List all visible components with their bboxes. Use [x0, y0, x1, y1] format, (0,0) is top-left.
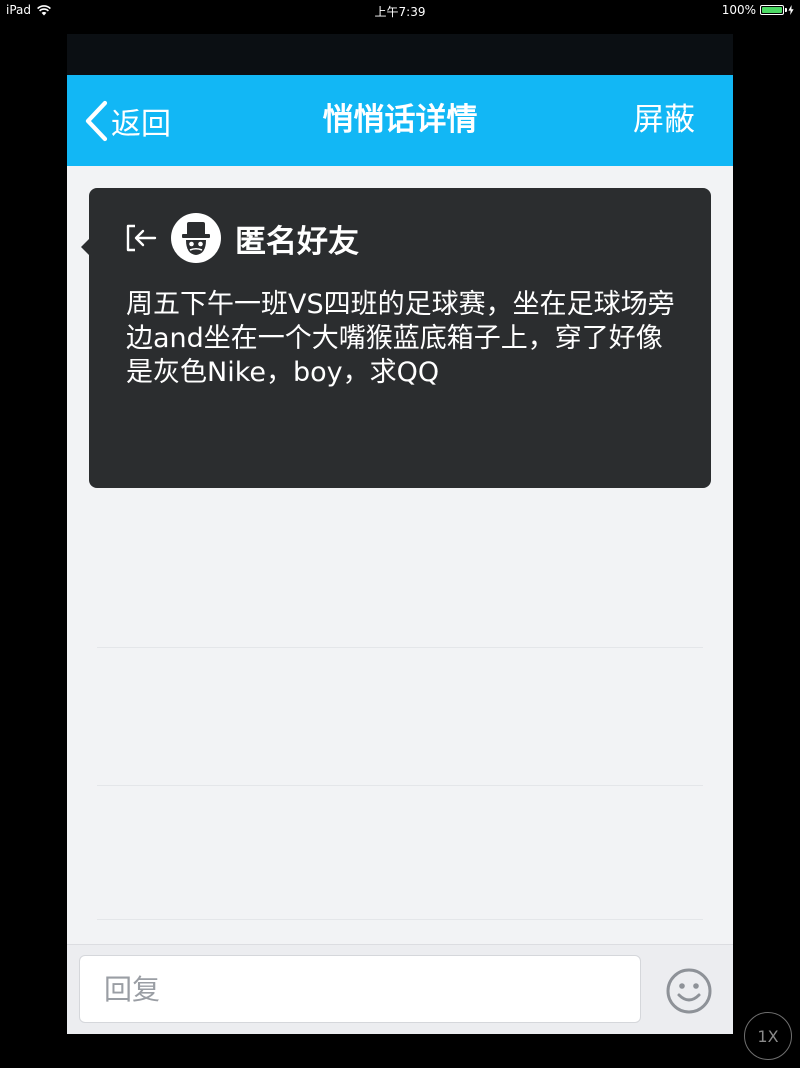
divider — [97, 919, 703, 920]
sender-name: 匿名好友 — [235, 223, 359, 260]
whisper-message: 周五下午一班VS四班的足球赛，坐在足球场旁边and坐在一个大嘴猴蓝底箱子上，穿了… — [126, 289, 675, 388]
card-pointer — [81, 238, 90, 256]
smiley-icon[interactable] — [665, 967, 713, 1015]
divider — [97, 785, 703, 786]
reply-input[interactable] — [79, 955, 641, 1023]
battery-level — [762, 7, 782, 13]
zoom-1x-button[interactable]: 1X — [744, 1012, 792, 1060]
block-button[interactable]: 屏蔽 — [633, 75, 695, 166]
app-status-strip — [67, 34, 733, 75]
navigation-bar: 返回 悄悄话详情 屏蔽 — [67, 75, 733, 166]
status-right: 100% — [722, 3, 794, 17]
battery-percent: 100% — [721, 3, 756, 17]
app-screen: 返回 悄悄话详情 屏蔽 匿名好友 周五下午一班VS四班的足球赛，坐在足球场旁边a… — [67, 34, 733, 1034]
device-status-bar: iPad 上午7:39 100% — [0, 0, 800, 22]
anonymous-avatar-icon — [171, 213, 221, 263]
whisper-card: 匿名好友 周五下午一班VS四班的足球赛，坐在足球场旁边and坐在一个大嘴猴蓝底箱… — [81, 188, 711, 488]
charging-icon — [788, 5, 794, 15]
content-area: 匿名好友 周五下午一班VS四班的足球赛，坐在足球场旁边and坐在一个大嘴猴蓝底箱… — [67, 166, 733, 944]
card-header: 匿名好友 — [123, 212, 359, 264]
reply-bar — [67, 944, 733, 1034]
battery-icon — [760, 5, 787, 15]
divider — [97, 647, 703, 648]
status-time: 上午7:39 — [374, 5, 426, 19]
exit-icon[interactable] — [123, 220, 159, 256]
